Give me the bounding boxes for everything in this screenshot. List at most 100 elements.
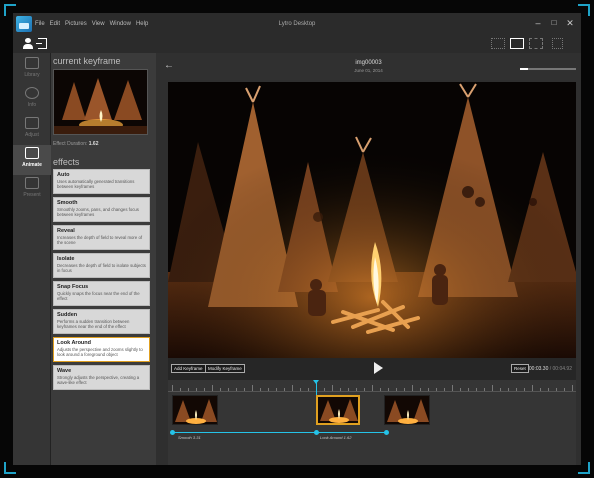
animate-panel: current keyframe Effect Duration: 1.62 e… <box>51 53 156 465</box>
track-node[interactable] <box>314 430 319 435</box>
effect-description: Decreases the depth of field to isolate … <box>57 263 146 273</box>
time-current: 00:03.30 <box>528 366 549 372</box>
user-icon[interactable] <box>23 38 33 49</box>
compare-view-icon[interactable] <box>529 38 543 49</box>
window-title: Lytro Desktop <box>278 21 316 27</box>
ruler-tick <box>204 388 205 391</box>
grid-view-icon[interactable] <box>491 38 505 49</box>
ruler-tick <box>236 388 237 391</box>
effect-description: Quickly snaps the focus near the end of … <box>57 291 140 301</box>
ruler-tick <box>228 388 229 391</box>
effect-name: Auto <box>57 172 70 178</box>
ruler-tick <box>284 388 285 391</box>
zoom-slider[interactable] <box>520 68 576 70</box>
main-viewer: ← img00003 June 01, 2014 Add Keyframe Mo… <box>156 53 581 465</box>
ruler-tick <box>484 388 485 391</box>
ruler-tick <box>380 388 381 391</box>
play-icon[interactable] <box>374 362 383 374</box>
ruler-tick <box>252 385 253 391</box>
nav-library-label: Library <box>24 72 40 78</box>
ruler-tick <box>332 385 333 391</box>
ruler-tick <box>500 388 501 391</box>
ruler-tick <box>468 388 469 391</box>
ruler-tick <box>516 388 517 391</box>
effect-snap-focus[interactable]: Snap Focus Quickly snaps the focus near … <box>53 281 150 306</box>
nav-present-label: Present <box>23 192 41 198</box>
segment-label: Look Around 1.62 <box>320 435 352 440</box>
ruler-tick <box>324 388 325 391</box>
track-node[interactable] <box>384 430 389 435</box>
ruler-tick <box>476 388 477 391</box>
effect-description: Adjusts the perspective and zooms slight… <box>57 347 143 357</box>
effect-sudden[interactable]: Sudden Performs a sudden transition betw… <box>53 309 150 334</box>
segment-label: Smooth 3.31 <box>178 435 201 440</box>
info-icon <box>25 87 39 99</box>
keyframe-thumbnail-selected[interactable] <box>316 395 360 425</box>
ruler-tick <box>492 385 493 391</box>
nav-library[interactable]: Library <box>13 55 51 85</box>
effect-name: Reveal <box>57 228 75 234</box>
effect-isolate[interactable]: Isolate Decreases the depth of field to … <box>53 253 150 278</box>
ruler-tick <box>292 385 293 391</box>
ruler-tick <box>188 388 189 391</box>
track-node[interactable] <box>170 430 175 435</box>
viewer-header: ← img00003 June 01, 2014 <box>156 53 581 80</box>
ruler-tick <box>420 388 421 391</box>
keyframe-timeline[interactable]: Smooth 3.31 Look Around 1.62 <box>168 380 576 465</box>
ruler-tick <box>524 388 525 391</box>
timeline-ruler <box>168 380 576 392</box>
effect-name: Snap Focus <box>57 284 89 290</box>
ruler-tick <box>212 385 213 391</box>
effect-reveal[interactable]: Reveal Increases the depth of field to r… <box>53 225 150 250</box>
reset-button[interactable]: Reset <box>511 364 529 373</box>
effect-description: Strongly adjusts the perspective, creati… <box>57 375 140 385</box>
ruler-tick <box>276 388 277 391</box>
left-nav: Library Info Adjust Animate Present <box>13 53 51 465</box>
add-keyframe-button[interactable]: Add Keyframe <box>171 364 206 373</box>
nav-adjust[interactable]: Adjust <box>13 115 51 145</box>
modify-keyframe-button[interactable]: Modify Keyframe <box>205 364 245 373</box>
effect-name: Sudden <box>57 312 78 318</box>
keyframe-thumbnail[interactable] <box>384 395 430 425</box>
effect-smooth[interactable]: Smooth Smoothly zooms, pans, and changes… <box>53 197 150 222</box>
effect-duration-label: Effect Duration: <box>53 141 88 147</box>
adjust-icon <box>25 117 39 129</box>
effect-look-around[interactable]: Look Around Adjusts the perspective and … <box>53 337 150 362</box>
nav-adjust-label: Adjust <box>25 132 39 138</box>
time-readout: 00:03.30 / 00:04.92 <box>529 366 572 372</box>
minimize-icon[interactable]: – <box>533 18 543 28</box>
ruler-tick <box>388 388 389 391</box>
ruler-tick <box>372 385 373 391</box>
nav-info[interactable]: Info <box>13 85 51 115</box>
effect-name: Wave <box>57 368 72 374</box>
nav-present[interactable]: Present <box>13 175 51 205</box>
ruler-tick <box>436 388 437 391</box>
ruler-tick <box>364 388 365 391</box>
living-picture[interactable] <box>168 82 576 358</box>
image-name: img00003 <box>355 60 382 66</box>
ruler-tick <box>460 388 461 391</box>
fullscreen-icon[interactable] <box>552 38 563 49</box>
effect-name: Look Around <box>57 340 92 346</box>
maximize-icon[interactable]: □ <box>549 18 559 28</box>
library-icon <box>25 57 39 69</box>
ruler-tick <box>564 388 565 391</box>
ruler-tick <box>556 388 557 391</box>
ruler-tick <box>412 385 413 391</box>
ruler-tick <box>348 388 349 391</box>
ruler-tick <box>532 385 533 391</box>
single-view-icon[interactable] <box>510 38 524 49</box>
title-bar: File Edit Pictures View Window Help Lytr… <box>13 13 581 35</box>
ruler-tick <box>196 388 197 391</box>
time-total: / 00:04.92 <box>549 366 572 372</box>
nav-animate[interactable]: Animate <box>13 145 51 175</box>
ruler-tick <box>444 388 445 391</box>
effect-auto[interactable]: Auto Uses automatically generated transi… <box>53 169 150 194</box>
close-icon[interactable]: ✕ <box>565 18 575 28</box>
keyframe-thumbnail[interactable] <box>172 395 218 425</box>
effect-description: Uses automatically generated transitions… <box>57 179 135 189</box>
image-date: June 01, 2014 <box>354 68 383 73</box>
sign-out-icon[interactable] <box>36 38 47 49</box>
ruler-tick <box>452 385 453 391</box>
effect-wave[interactable]: Wave Strongly adjusts the perspective, c… <box>53 365 150 390</box>
